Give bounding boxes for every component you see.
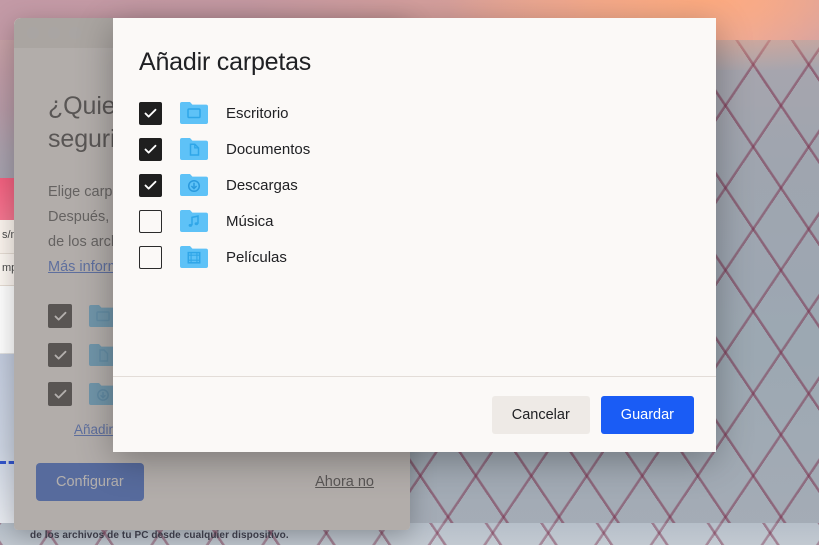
close-button[interactable] — [27, 27, 39, 39]
list-item-label: Documentos — [226, 140, 311, 158]
folder-desktop-icon — [179, 101, 209, 125]
dialog-title: Añadir carpetas — [139, 48, 312, 76]
list-item-label: Música — [226, 212, 274, 230]
folder-music-icon — [179, 209, 209, 233]
list-item[interactable]: Escritorio — [139, 95, 716, 131]
list-item[interactable]: Música — [139, 203, 716, 239]
list-item[interactable]: Películas — [139, 239, 716, 275]
maximize-button[interactable] — [69, 27, 81, 39]
checkbox-checked[interactable] — [48, 382, 72, 406]
not-now-button[interactable]: Ahora no — [311, 466, 378, 498]
folder-documents-icon — [179, 137, 209, 161]
save-button[interactable]: Guardar — [600, 395, 694, 434]
dialog-actions: Cancelar Guardar — [113, 377, 716, 452]
checkbox-musica[interactable] — [139, 209, 162, 233]
list-item-label: Películas — [226, 248, 287, 266]
cancel-button[interactable]: Cancelar — [491, 395, 590, 434]
checkbox-checked[interactable] — [48, 304, 72, 328]
checkbox-peliculas[interactable] — [139, 245, 162, 269]
configure-button[interactable]: Configurar — [36, 463, 144, 501]
checkbox-escritorio[interactable] — [139, 101, 162, 125]
list-item[interactable]: Descargas — [139, 167, 716, 203]
dialog-folder-list: Escritorio Documentos Descargas Música P… — [113, 77, 716, 376]
list-item[interactable]: Documentos — [139, 131, 716, 167]
checkbox-checked[interactable] — [48, 343, 72, 367]
screen-root: s/n mp ¿Quiero seguric Elige carpet Desp… — [0, 0, 819, 545]
list-item-label: Descargas — [226, 176, 298, 194]
add-folders-dialog: Añadir carpetas Escritorio Documentos De… — [113, 18, 716, 452]
folder-movies-icon — [179, 245, 209, 269]
checkbox-documentos[interactable] — [139, 137, 162, 161]
minimize-button[interactable] — [48, 27, 60, 39]
list-item-label: Escritorio — [226, 104, 289, 122]
checkbox-descargas[interactable] — [139, 173, 162, 197]
folder-downloads-icon — [179, 173, 209, 197]
page-caption: de los archivos de tu PC desde cualquier… — [30, 530, 289, 541]
